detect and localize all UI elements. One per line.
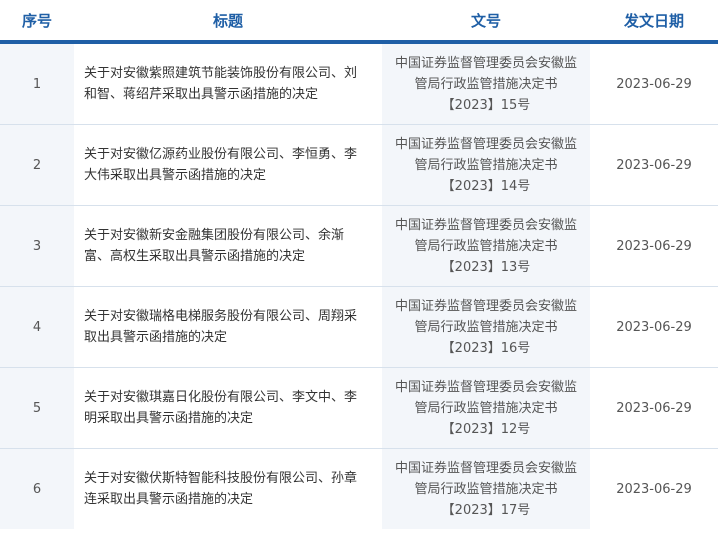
doc-line: 中国证券监督管理委员会安徽监 xyxy=(394,298,577,314)
row-date: 2023-06-29 xyxy=(590,44,718,124)
doc-line: 管局行政监管措施决定书 xyxy=(414,238,558,254)
doc-line: 【2023】14号 xyxy=(441,178,531,194)
row-doc-number: 中国证券监督管理委员会安徽监 管局行政监管措施决定书 【2023】12号 xyxy=(382,368,590,448)
row-title-link[interactable]: 关于对安徽亿源药业股份有限公司、李恒勇、李大伟采取出具警示函措施的决定 xyxy=(74,125,382,205)
table-row: 3 关于对安徽新安金融集团股份有限公司、余渐富、高权生采取出具警示函措施的决定 … xyxy=(0,206,718,287)
doc-line: 中国证券监督管理委员会安徽监 xyxy=(394,136,577,152)
row-doc-number: 中国证券监督管理委员会安徽监 管局行政监管措施决定书 【2023】14号 xyxy=(382,125,590,205)
doc-line: 管局行政监管措施决定书 xyxy=(414,319,558,335)
row-doc-number: 中国证券监督管理委员会安徽监 管局行政监管措施决定书 【2023】15号 xyxy=(382,44,590,124)
row-index: 2 xyxy=(0,125,74,205)
row-date: 2023-06-29 xyxy=(590,368,718,448)
row-doc-number: 中国证券监督管理委员会安徽监 管局行政监管措施决定书 【2023】17号 xyxy=(382,449,590,529)
row-index: 3 xyxy=(0,206,74,286)
row-index: 5 xyxy=(0,368,74,448)
row-doc-number: 中国证券监督管理委员会安徽监 管局行政监管措施决定书 【2023】13号 xyxy=(382,206,590,286)
doc-line: 管局行政监管措施决定书 xyxy=(414,400,558,416)
doc-line: 【2023】15号 xyxy=(441,97,531,113)
header-title: 标题 xyxy=(212,11,243,30)
table-header: 序号 标题 文号 发文日期 xyxy=(0,0,718,44)
doc-line: 【2023】17号 xyxy=(441,502,531,518)
header-index: 序号 xyxy=(21,11,52,30)
row-index: 4 xyxy=(0,287,74,367)
row-date: 2023-06-29 xyxy=(590,125,718,205)
doc-line: 中国证券监督管理委员会安徽监 xyxy=(394,55,577,71)
doc-line: 管局行政监管措施决定书 xyxy=(414,481,558,497)
row-date: 2023-06-29 xyxy=(590,206,718,286)
doc-line: 中国证券监督管理委员会安徽监 xyxy=(394,460,577,476)
row-title-link[interactable]: 关于对安徽琪嘉日化股份有限公司、李文中、李明采取出具警示函措施的决定 xyxy=(74,368,382,448)
row-title-link[interactable]: 关于对安徽瑞格电梯服务股份有限公司、周翔采取出具警示函措施的决定 xyxy=(74,287,382,367)
penalty-decision-table: 序号 标题 文号 发文日期 1 关于对安徽紫照建筑节能装饰股份有限公司、刘和智、… xyxy=(0,0,718,529)
table-row: 6 关于对安徽伏斯特智能科技股份有限公司、孙章连采取出具警示函措施的决定 中国证… xyxy=(0,449,718,529)
doc-line: 【2023】12号 xyxy=(441,421,531,437)
table-row: 4 关于对安徽瑞格电梯服务股份有限公司、周翔采取出具警示函措施的决定 中国证券监… xyxy=(0,287,718,368)
table-row: 2 关于对安徽亿源药业股份有限公司、李恒勇、李大伟采取出具警示函措施的决定 中国… xyxy=(0,125,718,206)
doc-line: 【2023】13号 xyxy=(441,259,531,275)
table-row: 1 关于对安徽紫照建筑节能装饰股份有限公司、刘和智、蒋绍芹采取出具警示函措施的决… xyxy=(0,44,718,125)
row-date: 2023-06-29 xyxy=(590,287,718,367)
table-row: 5 关于对安徽琪嘉日化股份有限公司、李文中、李明采取出具警示函措施的决定 中国证… xyxy=(0,368,718,449)
row-title-link[interactable]: 关于对安徽紫照建筑节能装饰股份有限公司、刘和智、蒋绍芹采取出具警示函措施的决定 xyxy=(74,44,382,124)
doc-line: 管局行政监管措施决定书 xyxy=(414,76,558,92)
doc-line: 管局行政监管措施决定书 xyxy=(414,157,558,173)
header-doc-number: 文号 xyxy=(470,11,501,30)
row-index: 6 xyxy=(0,449,74,529)
row-index: 1 xyxy=(0,44,74,124)
header-date: 发文日期 xyxy=(623,11,684,30)
doc-line: 中国证券监督管理委员会安徽监 xyxy=(394,379,577,395)
doc-line: 中国证券监督管理委员会安徽监 xyxy=(394,217,577,233)
row-date: 2023-06-29 xyxy=(590,449,718,529)
row-title-link[interactable]: 关于对安徽新安金融集团股份有限公司、余渐富、高权生采取出具警示函措施的决定 xyxy=(74,206,382,286)
row-doc-number: 中国证券监督管理委员会安徽监 管局行政监管措施决定书 【2023】16号 xyxy=(382,287,590,367)
row-title-link[interactable]: 关于对安徽伏斯特智能科技股份有限公司、孙章连采取出具警示函措施的决定 xyxy=(74,449,382,529)
doc-line: 【2023】16号 xyxy=(441,340,531,356)
